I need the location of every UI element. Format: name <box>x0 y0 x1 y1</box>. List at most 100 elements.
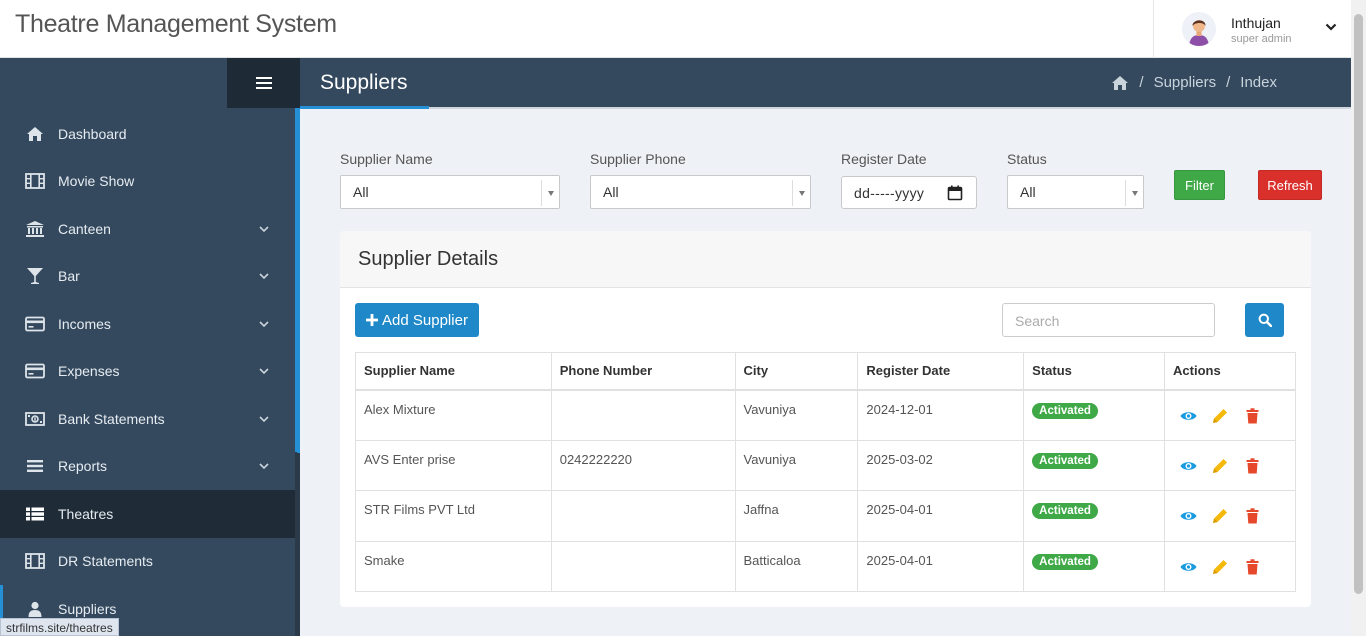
content-accent-bar <box>297 108 300 453</box>
trash-icon[interactable] <box>1243 407 1261 425</box>
user-menu[interactable]: Inthujan super admin <box>1153 0 1351 58</box>
table-row: Alex Mixture Vavuniya 2024-12-01 Activat… <box>355 389 1296 441</box>
sidebar-item-theatres[interactable]: Theatres <box>0 490 295 538</box>
search-button[interactable] <box>1245 303 1284 337</box>
cell-register-date: 2025-04-01 <box>857 490 1025 542</box>
sidebar-nav: Dashboard Movie Show Canteen Bar Incomes… <box>0 110 295 633</box>
header-divider <box>429 107 1351 109</box>
cell-register-date: 2024-12-01 <box>857 389 1025 441</box>
cell-register-date: 2025-03-02 <box>857 439 1025 491</box>
sidebar-item-dashboard[interactable]: Dashboard <box>0 110 295 158</box>
pencil-icon[interactable] <box>1211 457 1229 475</box>
sidebar-item-incomes[interactable]: Incomes <box>0 300 295 348</box>
status-badge: Activated <box>1032 553 1098 570</box>
home-icon[interactable] <box>1111 75 1129 91</box>
film-icon <box>25 172 45 190</box>
trash-icon[interactable] <box>1243 457 1261 475</box>
supplier-phone-select[interactable]: All <box>590 175 811 209</box>
column-header-status[interactable]: Status <box>1023 352 1166 391</box>
pencil-icon[interactable] <box>1211 507 1229 525</box>
sidebar-item-label: Canteen <box>58 220 111 237</box>
eye-icon[interactable] <box>1179 457 1197 475</box>
add-supplier-label: Add Supplier <box>382 311 468 329</box>
cell-status: Activated <box>1023 389 1166 441</box>
dropdown-arrow-icon <box>1125 180 1143 206</box>
chevron-down-icon <box>259 416 269 422</box>
pencil-icon[interactable] <box>1211 407 1229 425</box>
breadcrumb-separator: / <box>1139 74 1144 91</box>
cell-supplier-name: Smake <box>355 540 552 592</box>
sidebar-item-bank-statements[interactable]: Bank Statements <box>0 395 295 443</box>
sidebar-item-expenses[interactable]: Expenses <box>0 348 295 396</box>
column-header-city[interactable]: City <box>734 352 859 391</box>
glass-icon <box>25 267 45 285</box>
register-date-input[interactable]: dd-----yyyy <box>841 176 977 209</box>
add-supplier-button[interactable]: Add Supplier <box>355 303 479 337</box>
sidebar-toggle-button[interactable] <box>227 58 300 108</box>
page-title-underline <box>300 106 429 109</box>
user-name[interactable]: Inthujan <box>1231 15 1281 31</box>
cell-actions <box>1164 439 1296 491</box>
cell-status: Activated <box>1023 439 1166 491</box>
trash-icon[interactable] <box>1243 558 1261 576</box>
cell-actions <box>1164 490 1296 542</box>
cell-city: Jaffna <box>734 490 859 542</box>
cell-supplier-name: STR Films PVT Ltd <box>355 490 552 542</box>
supplier-name-label: Supplier Name <box>340 151 433 167</box>
sidebar-item-label: DR Statements <box>58 553 153 570</box>
filter-button[interactable]: Filter <box>1174 170 1225 200</box>
breadcrumb-item-suppliers[interactable]: Suppliers <box>1154 74 1217 91</box>
eye-icon[interactable] <box>1179 558 1197 576</box>
column-header-register-date[interactable]: Register Date <box>857 352 1025 391</box>
register-date-label: Register Date <box>841 151 927 167</box>
film-icon <box>25 552 45 570</box>
supplier-phone-value: All <box>603 184 619 200</box>
cell-supplier-name: AVS Enter prise <box>355 439 552 491</box>
panel-header: Supplier Details <box>340 231 1311 288</box>
cell-phone-number <box>550 389 736 441</box>
sidebar-item-label: Bank Statements <box>58 410 165 427</box>
calendar-icon[interactable] <box>947 185 963 201</box>
eye-icon[interactable] <box>1179 407 1197 425</box>
user-avatar-icon <box>1182 12 1216 46</box>
search-input[interactable]: Search <box>1002 303 1215 337</box>
user-icon <box>25 600 45 618</box>
sidebar-item-reports[interactable]: Reports <box>0 443 295 491</box>
refresh-button[interactable]: Refresh <box>1258 170 1322 200</box>
eye-icon[interactable] <box>1179 507 1197 525</box>
credit-card-icon <box>25 362 45 380</box>
chevron-down-icon[interactable] <box>1324 20 1338 34</box>
sidebar-item-label: Expenses <box>58 363 120 380</box>
pencil-icon[interactable] <box>1211 558 1229 576</box>
sidebar-item-movie-show[interactable]: Movie Show <box>0 158 295 206</box>
sidebar: Dashboard Movie Show Canteen Bar Incomes… <box>0 58 300 636</box>
sidebar-item-bar[interactable]: Bar <box>0 253 295 301</box>
table-row: AVS Enter prise 0242222220 Vavuniya 2025… <box>355 439 1296 491</box>
page-header: Suppliers / Suppliers / Index <box>300 58 1351 109</box>
supplier-name-select[interactable]: All <box>340 175 560 209</box>
sidebar-item-label: Incomes <box>58 315 111 332</box>
chevron-down-icon <box>259 273 269 280</box>
sidebar-item-label: Movie Show <box>58 173 135 190</box>
suppliers-table: Supplier Name Phone Number City Register… <box>355 352 1296 592</box>
trash-icon[interactable] <box>1243 507 1261 525</box>
chevron-down-icon <box>259 226 269 232</box>
column-header-supplier-name[interactable]: Supplier Name <box>355 352 552 391</box>
status-select[interactable]: All <box>1007 175 1144 209</box>
cell-city: Batticaloa <box>734 540 859 592</box>
sidebar-item-label: Dashboard <box>58 125 127 142</box>
scrollbar-thumb[interactable] <box>1354 14 1363 594</box>
money-icon <box>25 410 45 428</box>
register-date-value: dd-----yyyy <box>854 185 925 201</box>
avatar[interactable] <box>1182 12 1216 46</box>
page-title: Suppliers <box>320 71 408 94</box>
breadcrumb-item-index: Index <box>1240 74 1277 91</box>
column-header-phone-number[interactable]: Phone Number <box>550 352 736 391</box>
sidebar-item-canteen[interactable]: Canteen <box>0 205 295 253</box>
sidebar-item-dr-statements[interactable]: DR Statements <box>0 538 295 586</box>
hamburger-icon <box>255 77 272 89</box>
list-icon <box>25 457 45 475</box>
window-scrollbar[interactable] <box>1351 0 1366 636</box>
app-title: Theatre Management System <box>15 10 337 38</box>
breadcrumb: / Suppliers / Index <box>1111 74 1277 91</box>
